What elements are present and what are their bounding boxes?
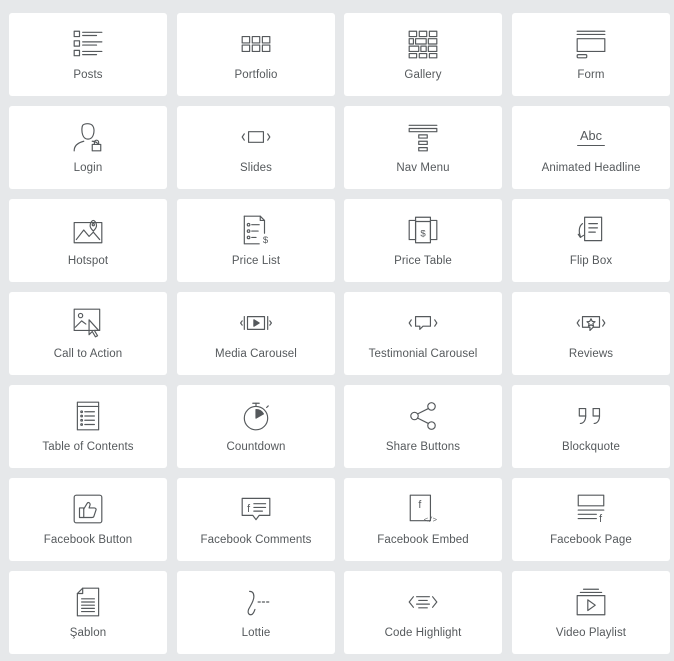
svg-text:f: f — [418, 499, 421, 511]
video-playlist-icon — [574, 585, 608, 619]
code-highlight-icon — [406, 585, 440, 619]
widget-label: Posts — [73, 69, 103, 81]
widget-label: Testimonial Carousel — [368, 348, 478, 360]
widget-tile-template[interactable]: Şablon — [9, 571, 167, 654]
widget-label: Video Playlist — [555, 627, 627, 639]
svg-text:$: $ — [263, 235, 269, 246]
widget-tile-facebook-comments[interactable]: f Facebook Comments — [177, 478, 335, 561]
template-icon — [71, 585, 105, 619]
testimonial-carousel-icon — [406, 306, 440, 340]
widget-tile-price-table[interactable]: $ Price Table — [344, 199, 502, 282]
widget-label: Price Table — [394, 255, 452, 267]
widget-label: Price List — [231, 255, 281, 267]
login-icon — [71, 120, 105, 154]
facebook-embed-icon: f </> — [406, 492, 440, 526]
widget-label: Lottie — [241, 627, 271, 639]
widget-tile-table-of-contents[interactable]: Table of Contents — [9, 385, 167, 468]
widget-tile-media-carousel[interactable]: Media Carousel — [177, 292, 335, 375]
widget-tile-gallery[interactable]: Gallery — [344, 13, 502, 96]
portfolio-icon — [239, 27, 273, 61]
price-list-icon: $ — [239, 213, 273, 247]
widget-tile-portfolio[interactable]: Portfolio — [177, 13, 335, 96]
widget-label: Table of Contents — [42, 441, 134, 453]
widget-label: Call to Action — [53, 348, 123, 360]
widget-tile-facebook-button[interactable]: Facebook Button — [9, 478, 167, 561]
widget-tile-countdown[interactable]: Countdown — [177, 385, 335, 468]
widget-label: Gallery — [404, 69, 442, 81]
widget-label: Media Carousel — [215, 348, 297, 360]
facebook-button-icon — [71, 492, 105, 526]
widget-tile-share-buttons[interactable]: Share Buttons — [344, 385, 502, 468]
widget-label: Facebook Comments — [200, 534, 312, 546]
widget-label: Animated Headline — [541, 162, 641, 174]
widget-label: Login — [73, 162, 103, 174]
widget-tile-facebook-page[interactable]: f Facebook Page — [512, 478, 670, 561]
widget-tile-flip-box[interactable]: Flip Box — [512, 199, 670, 282]
nav-menu-icon — [406, 120, 440, 154]
widget-tile-facebook-embed[interactable]: f </> Facebook Embed — [344, 478, 502, 561]
widget-label: Form — [577, 69, 605, 81]
svg-text:</>: </> — [424, 517, 438, 525]
call-to-action-icon — [71, 306, 105, 340]
facebook-comments-icon: f — [239, 492, 273, 526]
widget-tile-posts[interactable]: Posts — [9, 13, 167, 96]
widget-tile-form[interactable]: Form — [512, 13, 670, 96]
widget-label: Flip Box — [569, 255, 613, 267]
widget-label: Code Highlight — [384, 627, 462, 639]
svg-text:f: f — [599, 513, 602, 525]
widget-tile-slides[interactable]: Slides — [177, 106, 335, 189]
widget-grid: Posts Portfolio Gallery Form Login Slide… — [0, 0, 674, 661]
widget-label: Facebook Page — [550, 534, 632, 546]
widget-tile-video-playlist[interactable]: Video Playlist — [512, 571, 670, 654]
widget-label: Nav Menu — [396, 162, 450, 174]
widget-label: Share Buttons — [385, 441, 461, 453]
posts-icon — [71, 27, 105, 61]
gallery-icon — [406, 27, 440, 61]
price-table-icon: $ — [406, 213, 440, 247]
widget-tile-login[interactable]: Login — [9, 106, 167, 189]
blockquote-icon — [574, 399, 608, 433]
widget-tile-blockquote[interactable]: Blockquote — [512, 385, 670, 468]
slides-icon — [239, 120, 273, 154]
media-carousel-icon — [239, 306, 273, 340]
widget-label: Countdown — [226, 441, 286, 453]
svg-text:f: f — [247, 503, 250, 515]
widget-tile-price-list[interactable]: $ Price List — [177, 199, 335, 282]
widget-tile-reviews[interactable]: Reviews — [512, 292, 670, 375]
table-of-contents-icon — [71, 399, 105, 433]
widget-tile-lottie[interactable]: Lottie — [177, 571, 335, 654]
widget-label: Hotspot — [67, 255, 109, 267]
share-buttons-icon — [406, 399, 440, 433]
facebook-page-icon: f — [574, 492, 608, 526]
widget-tile-code-highlight[interactable]: Code Highlight — [344, 571, 502, 654]
countdown-icon — [239, 399, 273, 433]
animated-headline-icon: Abc — [574, 120, 608, 154]
svg-text:Abc: Abc — [580, 128, 603, 143]
widget-label: Şablon — [69, 627, 107, 639]
widget-tile-hotspot[interactable]: Hotspot — [9, 199, 167, 282]
widget-label: Slides — [240, 162, 272, 174]
widget-tile-nav-menu[interactable]: Nav Menu — [344, 106, 502, 189]
form-icon — [574, 27, 608, 61]
widget-tile-animated-headline[interactable]: Abc Animated Headline — [512, 106, 670, 189]
lottie-icon — [239, 585, 273, 619]
widget-tile-call-to-action[interactable]: Call to Action — [9, 292, 167, 375]
widget-tile-testimonial-carousel[interactable]: Testimonial Carousel — [344, 292, 502, 375]
widget-label: Reviews — [568, 348, 614, 360]
reviews-icon — [574, 306, 608, 340]
widget-label: Portfolio — [234, 69, 278, 81]
flip-box-icon — [574, 213, 608, 247]
widget-label: Facebook Button — [43, 534, 133, 546]
widget-label: Facebook Embed — [377, 534, 469, 546]
svg-text:$: $ — [420, 228, 426, 239]
widget-label: Blockquote — [562, 441, 620, 453]
hotspot-icon — [71, 213, 105, 247]
